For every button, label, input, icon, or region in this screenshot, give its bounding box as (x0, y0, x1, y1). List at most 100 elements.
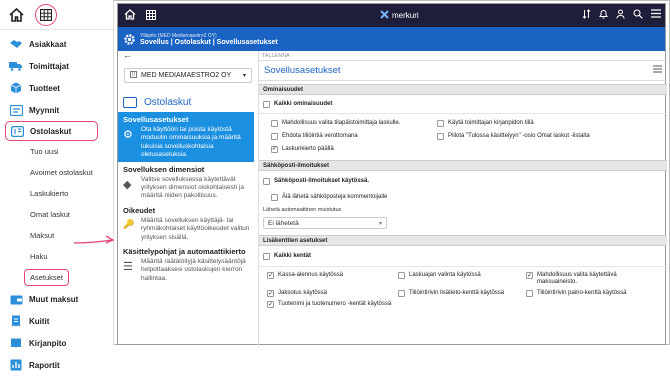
checkbox-label: Kaikki kentät (274, 253, 312, 259)
menu-label: Raportit (29, 360, 60, 370)
submenu-asetukset[interactable]: Asetukset (24, 269, 69, 286)
report-icon (9, 359, 23, 371)
menu-label: Asiakkaat (29, 39, 67, 49)
submenu-avoimet-ostolaskut[interactable]: Avoimet ostolaskut (0, 162, 113, 183)
user-icon[interactable] (616, 9, 625, 21)
save-button[interactable]: TALLENNA (259, 51, 667, 61)
checkbox-box (263, 177, 270, 185)
checkbox-email-enabled[interactable]: Sähköposti-ilmoitukset käytössä. (263, 176, 667, 186)
checkbox-label: Laskunkierto päällä (282, 146, 334, 152)
checkbox-label: Käytä toimittajan kirjanpidon tiliä (448, 120, 534, 126)
fields-list: ✓ Kassa-alennus käytössä Laskuajan valint… (259, 266, 667, 308)
cubes-icon: ◆ (123, 178, 132, 191)
company-select[interactable]: MED MEDIAMAESTRO2 OY ▾ (124, 68, 252, 83)
checkbox-box (263, 100, 270, 108)
checkbox-tuotenimi[interactable]: ✓ Tuotenimi ja tuotenumero -kentät käytös… (267, 301, 667, 308)
checkbox-label: Tuotenimi ja tuotenumero -kentät käytöss… (278, 301, 392, 307)
merkuri-logo: merkuri (380, 10, 419, 21)
settings-card-oikeudet[interactable]: Oikeudet 🔑 Määritä sovelluksen käyttäjä- … (118, 203, 258, 244)
check-icon: ✓ (267, 290, 274, 297)
checkbox-box (271, 132, 278, 140)
section-header-sahkoposti: Sähköposti-ilmoitukset (259, 160, 667, 171)
checkbox-label: Mahdollisuus valita käytettävä maksuaine… (537, 272, 617, 285)
menu-item-asiakkaat[interactable]: Asiakkaat (0, 33, 113, 55)
reminder-select[interactable]: Ei lähetetä ▾ (263, 217, 387, 229)
box-icon (9, 82, 23, 94)
menu-item-raportit[interactable]: Raportit (0, 354, 113, 376)
gear-icon (118, 33, 140, 46)
home-icon[interactable] (124, 9, 136, 22)
settings-card-kasittelypohjat[interactable]: Käsittelypohjat ja automaattikierto ☰ Mää… (118, 244, 258, 285)
chevron-down-icon: ▾ (378, 220, 382, 227)
back-arrow-icon[interactable]: ← (118, 51, 258, 62)
checkbox-box (263, 252, 270, 260)
checkbox-box (271, 193, 278, 201)
checkbox-lisatieto-kentta[interactable]: Tiliöintirivin lisätieto-kenttä käytössä (398, 290, 526, 297)
home-icon[interactable] (8, 6, 25, 23)
list-icon: ☰ (123, 261, 133, 274)
apps-grid-icon[interactable] (35, 3, 57, 26)
sort-icon[interactable] (582, 9, 591, 21)
menu-item-kirjanpito[interactable]: Kirjanpito (0, 332, 113, 354)
checkbox-all-features[interactable]: Kaikki ominaisuudet (263, 99, 667, 109)
checkbox-tilapaistoimittaja[interactable]: Mahdollisuus valita tilapäistoimittaja l… (271, 118, 437, 128)
settings-card-dimensiot[interactable]: Sovelluksen dimensiot ◆ Valitse sovelluks… (118, 162, 258, 203)
checkbox-laskuajan-valinta[interactable]: Laskuajan valinta käytössä (398, 272, 526, 286)
checkbox-email-comments[interactable]: Älä lähetä sähköposteja kommentoijalle (271, 192, 667, 202)
checkbox-jaksotus[interactable]: ✓ Jaksotus käytössä (267, 290, 398, 297)
menu-item-tuotteet[interactable]: Tuotteet (0, 77, 113, 99)
checkbox-verottomana[interactable]: Ehdota tiliöintiä verottomana (271, 131, 437, 141)
apps-grid-icon[interactable] (146, 9, 156, 22)
truck-icon (9, 60, 23, 72)
annotation-arrow (73, 235, 115, 244)
menu-item-muut-maksut[interactable]: Muut maksut (0, 288, 113, 310)
section-heading-text: Ostolaskut (144, 97, 192, 108)
menu-item-toimittajat[interactable]: Toimittajat (0, 55, 113, 77)
menu-label: Toimittajat (29, 61, 69, 71)
card-title: Sovellusasetukset (123, 115, 189, 124)
features-list: Mahdollisuus valita tilapäistoimittaja l… (259, 113, 667, 154)
menu-item-ostolaskut[interactable]: Ostolaskut (5, 121, 98, 141)
submenu-haku[interactable]: Haku (0, 246, 113, 267)
menu-item-myynnit[interactable]: Myynnit (0, 99, 113, 121)
checkbox-piilota-tulossa[interactable]: Piilota "Tulossa käsittelyyn" -osio Omat… (437, 131, 590, 141)
settings-card-sovellusasetukset[interactable]: Sovellusasetukset ⚙ Ota käyttöön tai pois… (118, 112, 254, 162)
card-desc: Valitse sovelluksessa käytettävät yrityk… (141, 175, 244, 200)
chevron-down-icon: ▾ (242, 73, 246, 79)
menu-label: Kuitit (29, 316, 50, 326)
menu-label: Tuotteet (29, 83, 60, 93)
checkbox-label: Tiliöintirivin paino-kenttä käytössä (537, 290, 627, 296)
checkbox-label: Tiliöintirivin lisätieto-kenttä käytössä (409, 290, 505, 296)
settings-title-bar: Sovellusasetukset (259, 61, 667, 81)
submenu-tuo-uusi[interactable]: Tuo uusi (0, 141, 113, 162)
checkbox-all-fields[interactable]: Kaikki kentät (263, 251, 667, 261)
merkuri-logo-icon (380, 10, 389, 21)
checkbox-label: Laskuajan valinta käytössä (409, 272, 481, 278)
hamburger-menu-icon[interactable] (653, 65, 662, 76)
checkbox-kassa-alennus[interactable]: ✓ Kassa-alennus käytössä (267, 272, 398, 286)
checkbox-box (437, 119, 444, 127)
bell-icon[interactable] (599, 9, 608, 21)
menu-label: Muut maksut (29, 294, 79, 304)
checkbox-paino-kentta[interactable]: Tiliöintirivin paino-kenttä käytössä (526, 290, 656, 297)
check-icon: ✓ (267, 301, 274, 308)
app-topbar: merkuri (118, 4, 665, 27)
breadcrumb[interactable]: Sovellus | Ostolaskut | Sovellusasetukse… (140, 39, 278, 46)
gears-icon: ⚙ (123, 129, 133, 141)
hamburger-menu-icon[interactable] (651, 9, 661, 21)
search-icon[interactable] (633, 9, 643, 21)
checkbox-label: Kaikki ominaisuudet (274, 101, 333, 107)
checkbox-label: Älä lähetä sähköposteja kommentoijalle (282, 194, 388, 200)
reminder-select-value: Ei lähetetä (268, 219, 299, 227)
key-icon: 🔑 (123, 218, 135, 229)
submenu-omat-laskut[interactable]: Omat laskut (0, 204, 113, 225)
invoice-icon (10, 125, 24, 137)
checkbox-maksuaineisto[interactable]: ✓ Mahdollisuus valita käytettävä maksuain… (526, 272, 656, 286)
card-title: Oikeudet (123, 205, 156, 215)
checkbox-toimittajan-tili[interactable]: Käytä toimittajan kirjanpidon tiliä (437, 118, 534, 128)
handshake-icon (9, 38, 23, 50)
checkbox-laskunkierto[interactable]: ✓ Laskunkierto päällä (271, 144, 667, 154)
submenu-laskukierto[interactable]: Laskukierto (0, 183, 113, 204)
menu-item-kuitit[interactable]: Kuitit (0, 310, 113, 332)
card-title: Sovelluksen dimensiot (123, 164, 205, 174)
